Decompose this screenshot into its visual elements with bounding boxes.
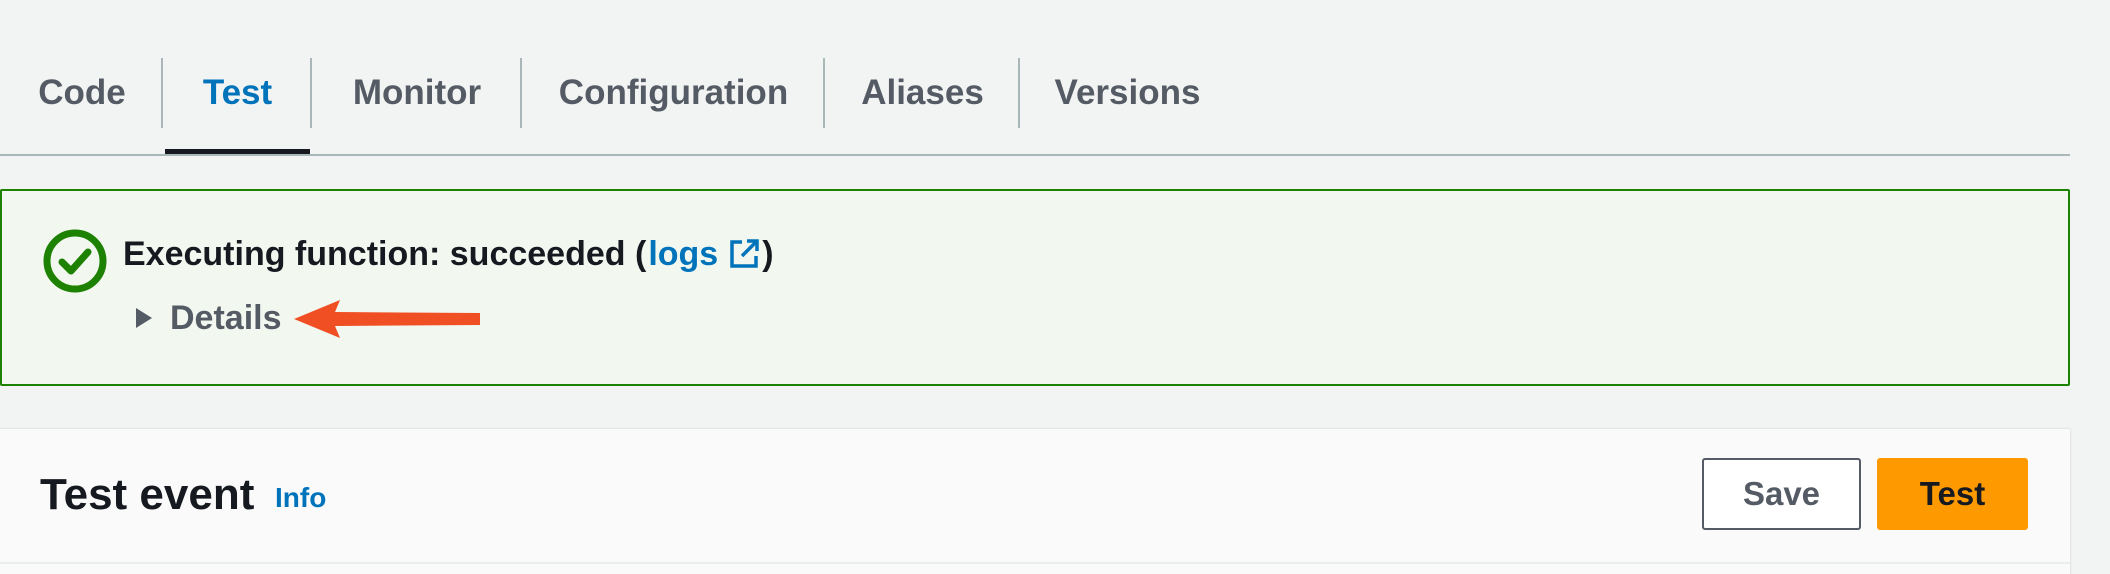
logs-link[interactable]: logs bbox=[648, 235, 718, 274]
annotation-arrow-icon bbox=[294, 300, 480, 338]
tab-code[interactable]: Code bbox=[38, 58, 126, 128]
tab-configuration[interactable]: Configuration bbox=[559, 58, 788, 128]
alert-message-text: Executing function: succeeded ( bbox=[123, 234, 647, 273]
tab-separator bbox=[1018, 58, 1020, 128]
function-tabs: Code Test Monitor Configuration Aliases … bbox=[0, 0, 2070, 156]
info-link[interactable]: Info bbox=[275, 482, 326, 514]
panel-title: Test event bbox=[40, 470, 255, 519]
alert-message: Executing function: succeeded ( logs ) bbox=[123, 229, 774, 279]
tab-separator bbox=[310, 58, 312, 128]
external-link-icon[interactable] bbox=[728, 238, 760, 270]
details-label: Details bbox=[170, 298, 282, 337]
active-tab-indicator bbox=[165, 149, 310, 154]
details-expander[interactable]: Details bbox=[134, 295, 282, 341]
tab-separator bbox=[520, 58, 522, 128]
success-check-icon bbox=[43, 229, 107, 293]
tab-separator bbox=[161, 58, 163, 128]
tab-test[interactable]: Test bbox=[165, 58, 310, 128]
tab-aliases[interactable]: Aliases bbox=[861, 58, 984, 128]
tab-separator bbox=[823, 58, 825, 128]
execution-result-alert: Executing function: succeeded ( logs ) D… bbox=[0, 189, 2070, 386]
caret-right-icon bbox=[136, 308, 152, 328]
test-button[interactable]: Test bbox=[1877, 458, 2028, 530]
tab-versions[interactable]: Versions bbox=[1055, 58, 1201, 128]
save-button[interactable]: Save bbox=[1702, 458, 1861, 530]
alert-message-close-paren: ) bbox=[762, 234, 774, 273]
panel-divider bbox=[0, 562, 2070, 564]
tab-monitor[interactable]: Monitor bbox=[353, 58, 481, 128]
